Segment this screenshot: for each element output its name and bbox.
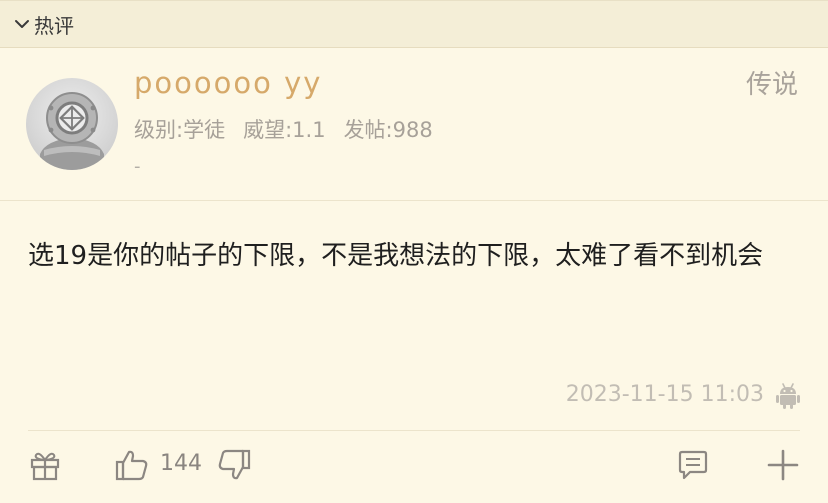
user-post-count: 发帖:988 <box>343 118 433 142</box>
reply-button[interactable] <box>676 447 712 483</box>
user-rank: 传说 <box>745 70 798 100</box>
divider <box>28 430 800 431</box>
user-prestige: 威望:1.1 <box>243 118 326 142</box>
thumbs-up-icon <box>115 450 148 481</box>
diving-helmet-icon <box>40 92 104 170</box>
divider <box>0 200 828 201</box>
user-level: 级别:学徒 <box>134 118 226 142</box>
user-signature: - <box>134 156 141 177</box>
hot-comments-header[interactable]: 热评 <box>0 0 828 48</box>
thumbs-down-icon <box>218 449 251 480</box>
post-timestamp: 2023-11-15 11:03 <box>565 382 764 407</box>
like-count: 144 <box>160 451 202 476</box>
user-meta: 级别:学徒 威望:1.1 发帖:988 <box>134 114 433 144</box>
plus-icon <box>767 449 799 481</box>
post-content: 选19是你的帖子的下限，不是我想法的下限，太难了看不到机会 <box>28 241 764 271</box>
username[interactable]: poooooo yy <box>134 66 322 100</box>
gift-button[interactable] <box>28 447 64 483</box>
avatar[interactable] <box>26 78 118 170</box>
dislike-button[interactable] <box>216 447 254 483</box>
comment-icon <box>678 450 708 480</box>
more-button[interactable] <box>766 447 802 483</box>
like-button[interactable] <box>114 447 152 483</box>
gift-icon <box>30 452 60 481</box>
android-icon <box>775 382 801 410</box>
section-title: 热评 <box>34 13 74 38</box>
chevron-down-icon <box>12 14 32 34</box>
